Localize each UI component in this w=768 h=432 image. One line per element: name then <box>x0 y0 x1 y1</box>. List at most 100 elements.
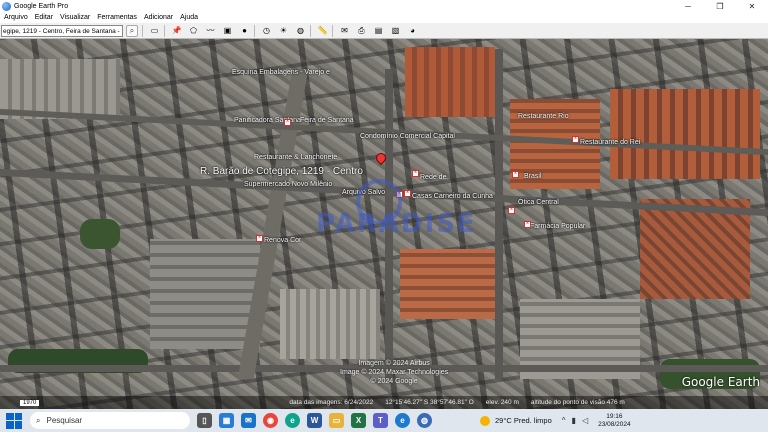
map-label[interactable]: Restaurante & Lanchonete <box>254 154 337 161</box>
search-input[interactable]: egipe, 1219 - Centro, Feira de Santana -… <box>1 24 123 37</box>
google-earth-taskbar-icon[interactable]: ◍ <box>417 413 432 428</box>
earth-icon[interactable]: ◕ <box>407 25 418 36</box>
close-button[interactable]: ✕ <box>736 0 768 12</box>
place-pin-icon[interactable]: × <box>256 235 263 242</box>
taskbar-search-placeholder: Pesquisar <box>46 416 83 425</box>
place-pin-icon[interactable]: × <box>572 136 579 143</box>
historical-imagery-icon[interactable]: ◷ <box>261 25 272 36</box>
copyright-line: Image © 2024 Maxar Technologies <box>340 369 449 376</box>
print-icon[interactable]: ⎙ <box>356 25 367 36</box>
map-label[interactable]: Rede de <box>420 174 446 181</box>
weather-widget[interactable]: 29°C Pred. limpo <box>480 415 552 426</box>
image-overlay-icon[interactable]: ▣ <box>222 25 233 36</box>
edge-icon[interactable]: e <box>285 413 300 428</box>
place-pin-icon[interactable]: × <box>412 170 419 177</box>
status-bar: 1970 data das imagens: 6/24/2022 12°15'4… <box>0 396 768 409</box>
roof-block <box>280 289 380 359</box>
ruler-icon[interactable]: 📏 <box>317 25 328 36</box>
chrome-icon[interactable]: ◉ <box>263 413 278 428</box>
menu-ferramentas[interactable]: Ferramentas <box>97 14 137 21</box>
menu-arquivo[interactable]: Arquivo <box>4 14 28 21</box>
planets-icon[interactable]: ◍ <box>295 25 306 36</box>
toolbar: egipe, 1219 - Centro, Feira de Santana -… <box>0 23 768 39</box>
task-view-icon[interactable]: ▯ <box>197 413 212 428</box>
mail-icon[interactable]: ✉ <box>241 413 256 428</box>
map-label[interactable]: Condomínio Comercial Capital <box>360 133 455 140</box>
windows-start-icon[interactable] <box>6 412 22 429</box>
minimize-button[interactable]: ─ <box>672 0 704 12</box>
explorer-icon[interactable]: ▭ <box>329 413 344 428</box>
polygon-icon[interactable]: ⬠ <box>188 25 199 36</box>
save-image-icon[interactable]: ▤ <box>373 25 384 36</box>
place-pin-icon[interactable]: × <box>524 221 531 228</box>
clock-time: 19:16 <box>606 412 623 420</box>
browser-icon[interactable]: e <box>395 413 410 428</box>
copyright-line: © 2024 Google <box>370 378 418 385</box>
maximize-button[interactable]: ❐ <box>704 0 736 12</box>
toolbar-divider <box>254 24 255 37</box>
map-label[interactable]: Renova Cor <box>264 237 301 244</box>
place-pin-icon[interactable]: × <box>404 190 411 197</box>
roof-block <box>405 47 495 117</box>
path-icon[interactable]: 〰 <box>205 25 216 36</box>
weather-text: 29°C Pred. limpo <box>495 416 552 425</box>
coordinates-readout: 12°15'46.27" S 38°57'46.81" O <box>385 399 474 406</box>
tour-icon[interactable]: ● <box>239 25 250 36</box>
email-icon[interactable]: ✉ <box>339 25 350 36</box>
toolbar-divider <box>332 24 333 37</box>
map-label[interactable]: Farmácia Popular <box>530 223 585 230</box>
toolbar-divider <box>164 24 165 37</box>
map-label[interactable]: Brasil <box>524 173 542 180</box>
elevation-readout: elev. 240 m <box>485 399 519 406</box>
copyright-line: Imagem © 2024 Airbus <box>358 360 430 367</box>
map-label[interactable]: Feira de Santana <box>300 117 354 124</box>
clock-date: 23/08/2024 <box>598 420 631 428</box>
store-icon[interactable]: ▦ <box>219 413 234 428</box>
volume-icon[interactable]: ◁ <box>582 416 588 425</box>
clock[interactable]: 19:16 23/08/2024 <box>598 413 631 429</box>
menu-adicionar[interactable]: Adicionar <box>144 14 173 21</box>
menu-editar[interactable]: Editar <box>35 14 53 21</box>
window-title: Google Earth Pro <box>14 2 69 10</box>
map-view[interactable]: Esquina Embalagens - Varejo e Panificado… <box>0 39 768 409</box>
placemark-icon[interactable]: 📌 <box>171 25 182 36</box>
google-earth-icon <box>2 1 11 11</box>
menu-ajuda[interactable]: Ajuda <box>180 14 198 21</box>
teams-icon[interactable]: T <box>373 413 388 428</box>
address-label[interactable]: R. Barão de Cotegipe, 1219 - Centro <box>200 166 363 177</box>
place-pin-icon[interactable]: × <box>512 171 519 178</box>
toolbar-divider <box>310 24 311 37</box>
network-icon[interactable]: ▮ <box>572 416 576 425</box>
word-icon[interactable]: W <box>307 413 322 428</box>
excel-icon[interactable]: X <box>351 413 366 428</box>
toolbar-divider <box>142 24 143 37</box>
title-bar: Google Earth Pro ─ ❐ ✕ <box>0 0 768 12</box>
place-pin-icon[interactable]: × <box>284 119 291 126</box>
map-label[interactable]: Restaurante Rio <box>518 113 569 120</box>
map-label[interactable]: Supermercado Novo Milênio <box>244 181 332 188</box>
search-icon[interactable]: ⌕ <box>126 24 138 37</box>
chevron-up-icon[interactable]: ^ <box>562 416 566 425</box>
menu-bar: Arquivo Editar Visualizar Ferramentas Ad… <box>0 12 768 23</box>
google-earth-logo: Google Earth <box>681 375 760 389</box>
map-label[interactable]: Casas Carneiro da Cunha <box>412 193 493 200</box>
map-label[interactable]: Restaurante do Rei <box>580 139 640 146</box>
map-label[interactable]: Ótica Central <box>518 199 559 206</box>
roof-block <box>150 239 260 349</box>
historical-year-badge[interactable]: 1970 <box>20 399 40 406</box>
map-label[interactable]: Esquina Embalagens - Varejo e <box>232 69 330 76</box>
watermark-text: PARADISE <box>316 209 477 239</box>
tree-cluster <box>80 219 120 249</box>
taskbar-search-input[interactable]: ⌕ Pesquisar <box>30 412 190 429</box>
place-pin-icon[interactable]: × <box>508 207 515 214</box>
sun-icon[interactable]: ☀ <box>278 25 289 36</box>
imagery-date: data das imagens: 6/24/2022 <box>289 399 374 406</box>
weather-sun-icon <box>480 415 490 426</box>
sidebar-toggle-icon[interactable]: ▭ <box>149 25 160 36</box>
roof-block <box>610 89 760 179</box>
menu-visualizar[interactable]: Visualizar <box>60 14 90 21</box>
imagery-copyright: Imagem © 2024 Airbus Image © 2024 Maxar … <box>340 359 448 386</box>
system-tray: ^ ▮ ◁ <box>562 416 588 425</box>
maps-icon[interactable]: ▧ <box>390 25 401 36</box>
eye-altitude-readout: altitude do ponto de visão 476 m <box>530 399 625 406</box>
